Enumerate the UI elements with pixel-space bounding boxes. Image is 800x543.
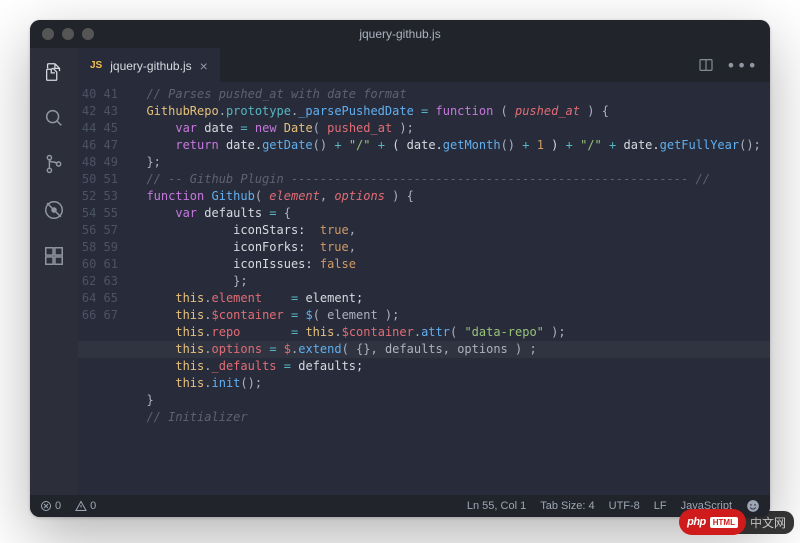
explorer-icon[interactable] bbox=[42, 60, 66, 84]
status-errors[interactable]: 0 bbox=[40, 500, 61, 512]
tab-bar: JS jquery-github.js × ••• bbox=[78, 48, 770, 82]
minimize-window-button[interactable] bbox=[62, 28, 74, 40]
status-bar: 0 0 Ln 55, Col 1 Tab Size: 4 UTF-8 LF Ja… bbox=[30, 495, 770, 517]
tab-label: jquery-github.js bbox=[110, 59, 191, 73]
status-eol[interactable]: LF bbox=[654, 500, 667, 512]
search-icon[interactable] bbox=[42, 106, 66, 130]
split-editor-icon[interactable] bbox=[698, 57, 714, 73]
tabbar-actions: ••• bbox=[686, 48, 770, 82]
error-icon bbox=[40, 500, 52, 512]
activity-bar bbox=[30, 48, 78, 495]
tab-jquery-github[interactable]: JS jquery-github.js × bbox=[78, 48, 220, 82]
traffic-lights bbox=[42, 28, 94, 40]
line-number-gutter: 40 41 42 43 44 45 46 47 48 49 50 51 52 5… bbox=[78, 82, 132, 495]
debug-icon[interactable] bbox=[42, 198, 66, 222]
window-body: JS jquery-github.js × ••• 40 41 42 43 44… bbox=[30, 48, 770, 495]
code-editor[interactable]: 40 41 42 43 44 45 46 47 48 49 50 51 52 5… bbox=[78, 82, 770, 495]
extensions-icon[interactable] bbox=[42, 244, 66, 268]
source-control-icon[interactable] bbox=[42, 152, 66, 176]
warning-icon bbox=[75, 500, 87, 512]
js-badge-icon: JS bbox=[90, 60, 102, 71]
titlebar[interactable]: jquery-github.js bbox=[30, 20, 770, 48]
close-window-button[interactable] bbox=[42, 28, 54, 40]
zoom-window-button[interactable] bbox=[82, 28, 94, 40]
status-encoding[interactable]: UTF-8 bbox=[609, 500, 640, 512]
close-tab-icon[interactable]: × bbox=[200, 59, 208, 73]
main-area: JS jquery-github.js × ••• 40 41 42 43 44… bbox=[78, 48, 770, 495]
code-content: // Parses pushed_at with date format Git… bbox=[132, 82, 770, 495]
status-cursor[interactable]: Ln 55, Col 1 bbox=[467, 500, 526, 512]
status-tabsize[interactable]: Tab Size: 4 bbox=[540, 500, 594, 512]
more-actions-icon[interactable]: ••• bbox=[726, 56, 758, 75]
window-title: jquery-github.js bbox=[30, 27, 770, 41]
watermark: php HTML 中文网 bbox=[679, 509, 794, 535]
tabbar-spacer bbox=[220, 48, 686, 82]
watermark-pill: php HTML bbox=[679, 509, 746, 535]
status-warnings[interactable]: 0 bbox=[75, 500, 96, 512]
editor-window: jquery-github.js JS jque bbox=[30, 20, 770, 517]
